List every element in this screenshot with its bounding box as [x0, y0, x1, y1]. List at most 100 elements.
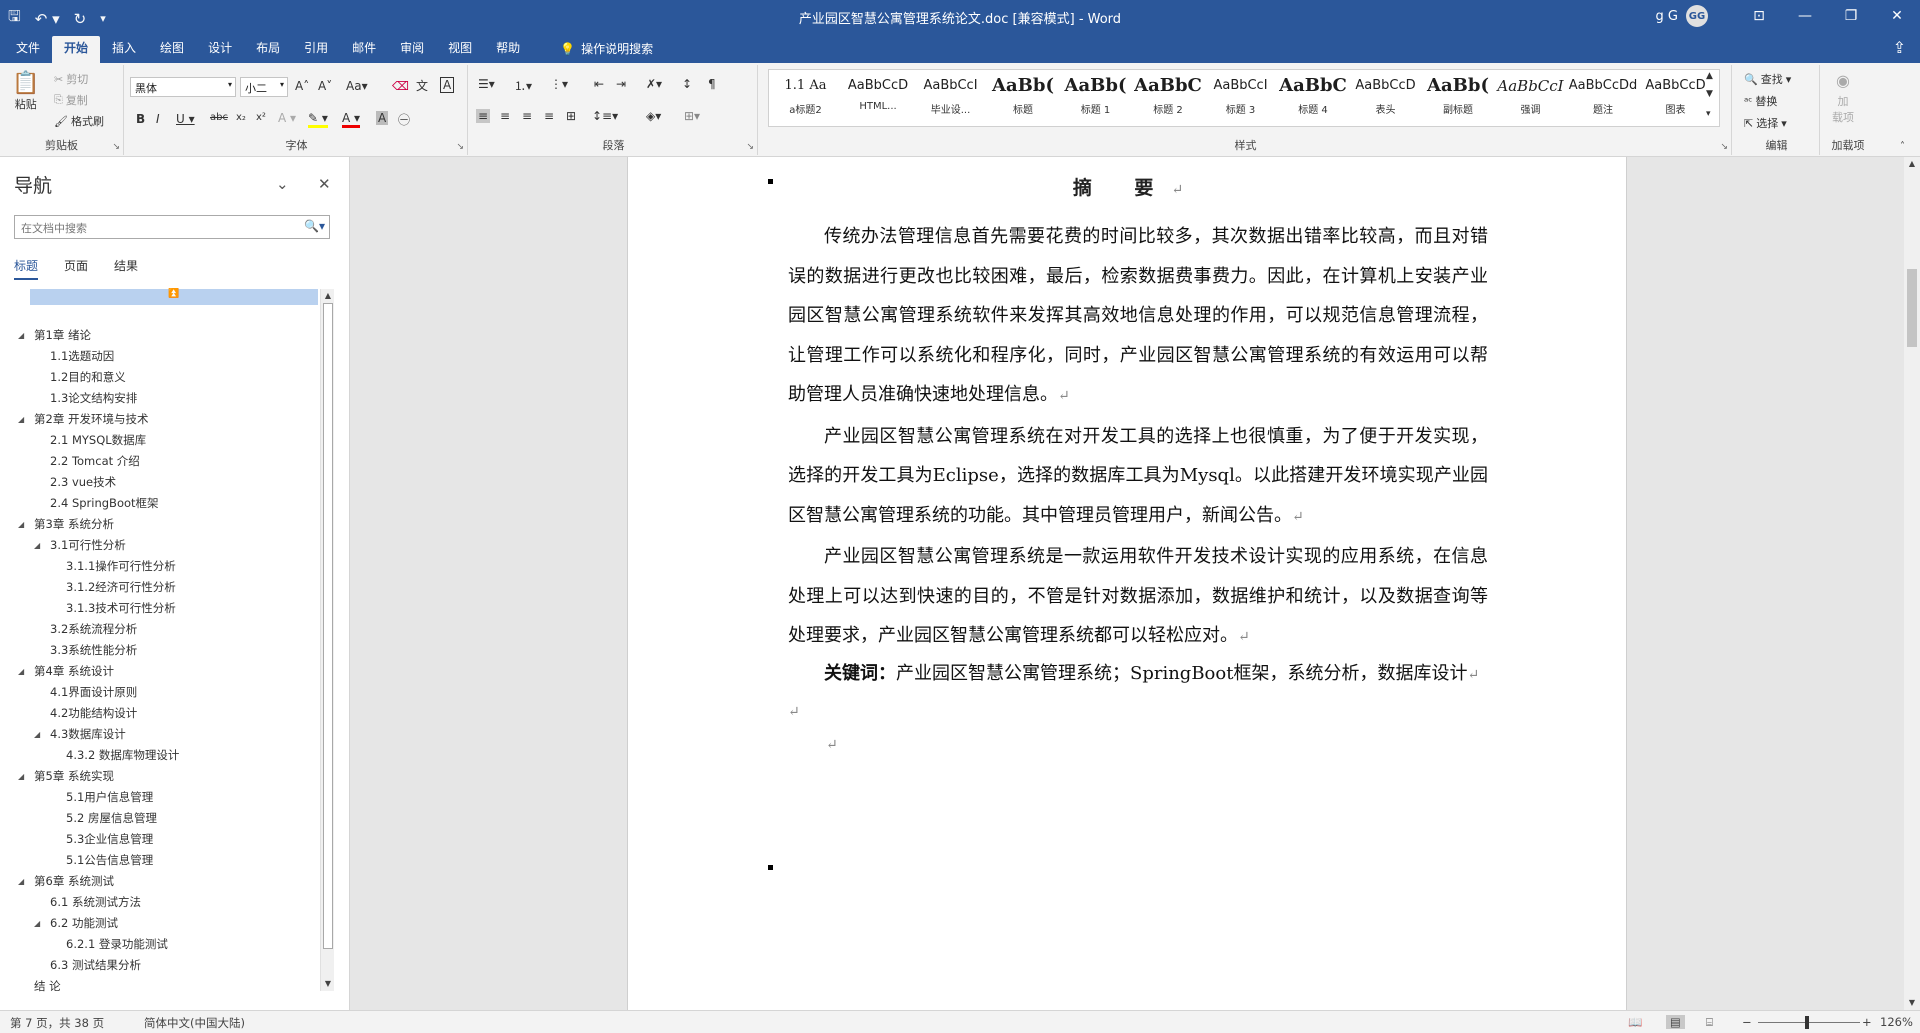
style-item[interactable]: AaBbC 标题 2 — [1133, 71, 1204, 123]
font-size-select[interactable]: 小二 ▾ — [240, 77, 288, 97]
zoom-slider[interactable] — [1758, 1022, 1860, 1023]
user-name[interactable]: g G — [1656, 9, 1678, 24]
collapse-triangle-icon[interactable]: ◢ — [18, 871, 24, 892]
nav-heading-item[interactable]: 5.2 房屋信息管理 — [0, 808, 318, 829]
paste-button[interactable]: 📋 粘贴 — [12, 71, 39, 112]
text-effects-icon[interactable]: A ▾ — [278, 111, 296, 125]
collapse-triangle-icon[interactable]: ◢ — [18, 409, 24, 430]
style-item[interactable]: AaBbCcD 图表 — [1640, 71, 1711, 123]
style-item[interactable]: AaBbCcD 表头 — [1350, 71, 1421, 123]
nav-heading-item[interactable]: ◢ 3.1可行性分析 — [0, 535, 318, 556]
document-page[interactable]: 摘 要↵ 传统办法管理信息首先需要花费的时间比较多，其次数据出错率比较高，而且对… — [627, 157, 1627, 1010]
character-shading-icon[interactable]: A — [376, 111, 389, 125]
phonetic-guide-icon[interactable]: 文 — [416, 77, 428, 94]
style-item[interactable]: AaBbCcI 强调 — [1495, 71, 1566, 123]
tab-pages[interactable]: 页面 — [64, 257, 88, 280]
underline-icon[interactable]: U ▾ — [176, 112, 195, 126]
character-border-icon[interactable]: A — [440, 77, 455, 93]
scroll-thumb[interactable] — [323, 303, 333, 949]
style-item[interactable]: AaBbCcDd 题注 — [1568, 71, 1639, 123]
collapse-ribbon-icon[interactable]: ˄ — [1900, 141, 1905, 152]
tab-references[interactable]: 引用 — [292, 36, 340, 63]
collapse-triangle-icon[interactable]: ◢ — [34, 724, 40, 745]
subscript-icon[interactable]: x₂ — [236, 112, 246, 123]
nav-heading-item[interactable]: 1.2目的和意义 — [0, 367, 318, 388]
dialog-launcher-icon[interactable]: ↘ — [112, 142, 120, 152]
font-color-icon[interactable]: A ▾ — [342, 111, 361, 128]
nav-heading-item[interactable]: 6.2.1 登录功能测试 — [0, 934, 318, 955]
justify-icon[interactable]: ≡ — [544, 109, 554, 123]
zoom-slider-knob[interactable] — [1805, 1016, 1809, 1029]
nav-heading-item[interactable]: 5.1公告信息管理 — [0, 850, 318, 871]
nav-heading-item[interactable]: 2.1 MYSQL数据库 — [0, 430, 318, 451]
find-button[interactable]: 🔍 查找 ▾ — [1744, 71, 1791, 87]
multilevel-list-icon[interactable]: ⋮▾ — [550, 77, 568, 91]
scroll-to-top-button[interactable]: ⏫ — [30, 289, 318, 305]
copy-button[interactable]: ⎘ 复制 — [54, 92, 88, 108]
close-icon[interactable]: ✕ — [1874, 8, 1920, 24]
style-item[interactable]: AaBb(标题 1 — [1060, 71, 1131, 123]
collapse-triangle-icon[interactable]: ◢ — [34, 913, 40, 934]
tell-me-search[interactable]: 💡 操作说明搜索 — [548, 36, 665, 63]
dialog-launcher-icon[interactable]: ↘ — [1720, 142, 1728, 152]
clear-formatting-icon[interactable]: ⌫ — [392, 79, 409, 93]
nav-heading-item[interactable]: ◢ 第2章 开发环境与技术 — [0, 409, 318, 430]
enclose-character-icon[interactable]: ㊀ — [398, 111, 410, 128]
borders-icon[interactable]: ⊞▾ — [684, 109, 700, 123]
dialog-launcher-icon[interactable]: ↘ — [456, 142, 464, 152]
show-marks-icon[interactable]: ¶ — [708, 77, 716, 91]
nav-heading-item[interactable]: ◢ 第3章 系统分析 — [0, 514, 318, 535]
decrease-indent-icon[interactable]: ⇤ — [594, 77, 604, 91]
tab-headings[interactable]: 标题 — [14, 257, 39, 280]
nav-heading-item[interactable]: 4.1界面设计原则 — [0, 682, 318, 703]
web-layout-icon[interactable]: ⌸ — [1706, 1015, 1713, 1030]
more-styles-icon[interactable]: ▾ — [1706, 109, 1711, 119]
nav-search-input[interactable]: 在文档中搜索 🔍▾ — [14, 215, 330, 239]
tab-view[interactable]: 视图 — [436, 36, 484, 63]
avatar[interactable]: GG — [1686, 5, 1708, 27]
increase-indent-icon[interactable]: ⇥ — [616, 77, 626, 91]
scroll-up-arrow[interactable]: ▲ — [1905, 157, 1919, 171]
align-center-icon[interactable]: ≡ — [500, 109, 510, 123]
tab-mailings[interactable]: 邮件 — [340, 36, 388, 63]
tab-design[interactable]: 设计 — [196, 36, 244, 63]
align-left-icon[interactable]: ≡ — [476, 109, 491, 123]
close-icon[interactable]: ✕ — [318, 175, 331, 193]
select-button[interactable]: ⇱ 选择 ▾ — [1744, 115, 1787, 131]
collapse-triangle-icon[interactable]: ◢ — [34, 535, 40, 556]
collapse-triangle-icon[interactable]: ◢ — [18, 325, 24, 346]
format-painter-button[interactable]: 🖌 格式刷 — [54, 113, 104, 129]
zoom-level[interactable]: 126% — [1880, 1015, 1913, 1029]
nav-scrollbar[interactable]: ▲ ▼ — [320, 289, 334, 991]
chinese-layout-icon[interactable]: ✗▾ — [646, 77, 662, 91]
tab-results[interactable]: 结果 — [114, 257, 138, 280]
replace-button[interactable]: ᵃᶜ 替换 — [1744, 93, 1777, 109]
change-case-icon[interactable]: Aa▾ — [346, 79, 368, 93]
page-count[interactable]: 第 7 页，共 38 页 — [10, 1015, 104, 1031]
nav-heading-item[interactable]: 1.3论文结构安排 — [0, 388, 318, 409]
nav-heading-item[interactable]: 3.3系统性能分析 — [0, 640, 318, 661]
tab-help[interactable]: 帮助 — [484, 36, 532, 63]
align-right-icon[interactable]: ≡ — [522, 109, 532, 123]
distributed-icon[interactable]: ⊞ — [566, 109, 576, 123]
chevron-down-icon[interactable]: ⌄ — [276, 175, 289, 193]
zoom-out-button[interactable]: − — [1742, 1015, 1752, 1029]
minimize-icon[interactable]: — — [1782, 8, 1828, 24]
grow-font-icon[interactable]: A˄ — [295, 79, 309, 93]
nav-heading-item[interactable]: 3.1.3技术可行性分析 — [0, 598, 318, 619]
highlight-icon[interactable]: ✎ ▾ — [308, 111, 328, 128]
language-indicator[interactable]: 简体中文(中国大陆) — [144, 1015, 245, 1031]
nav-heading-item[interactable]: ◢ 第4章 系统设计 — [0, 661, 318, 682]
share-icon[interactable]: ⇪ — [1893, 38, 1906, 57]
nav-heading-item[interactable]: 3.1.1操作可行性分析 — [0, 556, 318, 577]
nav-heading-item[interactable]: 6.1 系统测试方法 — [0, 892, 318, 913]
read-mode-icon[interactable]: 📖 — [1628, 1015, 1642, 1029]
nav-heading-item[interactable]: 3.1.2经济可行性分析 — [0, 577, 318, 598]
scroll-up-icon[interactable]: ▲ — [1706, 71, 1713, 81]
strikethrough-icon[interactable]: abc — [210, 112, 228, 123]
nav-heading-item[interactable]: ◢ 第1章 绪论 — [0, 325, 318, 346]
nav-heading-item[interactable]: 6.3 测试结果分析 — [0, 955, 318, 976]
scroll-down-icon[interactable]: ▼ — [1706, 89, 1713, 99]
style-item[interactable]: AaBb(标题 — [988, 71, 1059, 123]
nav-heading-item[interactable]: 5.3企业信息管理 — [0, 829, 318, 850]
